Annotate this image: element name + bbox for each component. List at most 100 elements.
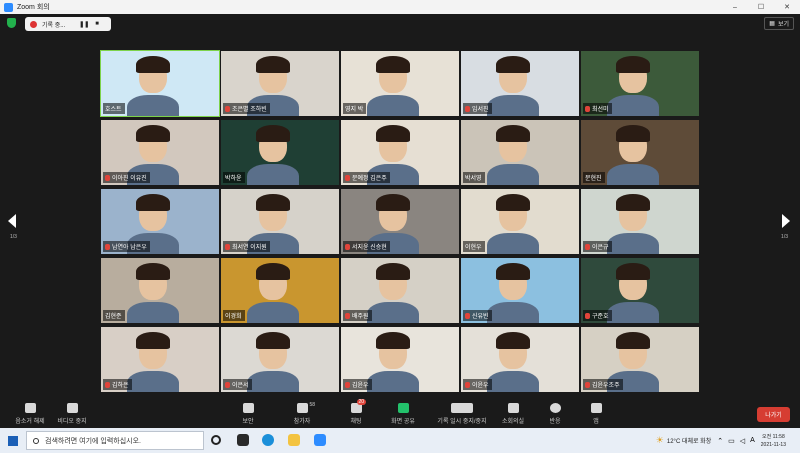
participant-name: 임서진 [472,107,489,113]
participant-hair [376,56,410,73]
participant-tile[interactable]: 영지 박 [341,51,459,116]
participant-name: 문예정 김은주 [352,176,387,182]
windows-start-icon[interactable] [8,435,18,446]
task-view-icon[interactable] [237,434,249,446]
participant-tile[interactable]: 신유빈 [461,258,579,323]
security-button[interactable]: 보안 [226,403,270,425]
chat-unread-badge: 20 [356,399,367,405]
participant-body [247,164,299,185]
participant-name: 이은서 [232,383,249,389]
participant-tile[interactable]: 남연아 남은우 [101,189,219,254]
participant-tile[interactable]: 김윤우 [341,327,459,392]
participant-name-tag: 신유빈 [463,310,492,321]
meeting-topbar: 기록 중... ❚❚ ■ ▦ 보기 [0,14,800,34]
participant-tile[interactable]: 이은규 [581,189,699,254]
participant-tile[interactable]: 조은별 조하빈 [221,51,339,116]
leave-button[interactable]: 나가기 [757,407,790,422]
participant-body [607,95,659,116]
unmute-label: 음소거 해제 [15,419,45,425]
participant-name: 구준호 [592,314,609,320]
reactions-button[interactable]: 반응 [533,403,577,425]
participant-name: 영지 박 [345,107,364,113]
record-pause-stop-button[interactable]: 기록 일시 중지/중지 [437,403,487,425]
participant-tile[interactable]: 박서영 [461,120,579,185]
participant-body [127,302,179,323]
close-button[interactable]: ✕ [774,0,800,14]
participant-name: 박서영 [465,176,482,182]
participant-body [247,302,299,323]
muted-microphone-icon [225,381,230,388]
participant-tile[interactable]: 임서진 [461,51,579,116]
muted-microphone-icon [345,174,350,181]
participant-name: 배주원 [352,314,369,320]
participant-tile[interactable]: 김현준 [101,258,219,323]
participant-tile[interactable]: 이은서 [221,327,339,392]
chat-bubble-icon: 20 [350,399,367,413]
recording-text: 기록 중... [42,22,66,29]
speaker-icon[interactable]: ◁ [740,437,745,445]
participant-hair [256,125,290,142]
chat-button[interactable]: 20 채팅 [334,399,378,425]
file-explorer-icon[interactable] [288,434,300,446]
windows-taskbar: 검색하려면 여기에 입력하십시오. ☀ 12°C 대체로 화창 ⌃ ▭ ◁ A … [0,428,800,453]
breakout-rooms-button[interactable]: 소회의실 [491,403,535,425]
people-icon: 58 [296,402,315,413]
participant-name-tag: 서지윤 신승현 [343,241,390,252]
participant-tile[interactable]: 서지윤 신승현 [341,189,459,254]
participant-tile[interactable]: 최선미 [581,51,699,116]
participant-tile[interactable]: 김윤우조주 [581,327,699,392]
unmute-button[interactable]: 음소거 해제 [8,403,52,425]
participant-body [367,371,419,392]
clock[interactable]: 오전 11:58 2021-11-13 [761,433,786,449]
participant-tile[interactable]: 호스트 [100,50,220,117]
stop-video-button[interactable]: 비디오 중지 [50,403,94,425]
view-button[interactable]: ▦ 보기 [764,17,794,30]
participant-name-tag: 이은서 [223,379,252,390]
participant-tile[interactable]: 이아진 이유진 [101,120,219,185]
participant-tile[interactable]: 이현우 [461,189,579,254]
participant-hair [616,263,650,280]
minimize-button[interactable]: – [722,0,748,14]
previous-page-arrow-icon[interactable] [8,214,16,228]
participants-button[interactable]: 58 참가자 [280,402,324,425]
pause-recording-button[interactable]: ❚❚ [79,21,89,28]
participants-count: 58 [309,402,316,408]
apps-button[interactable]: 앱 [574,403,618,425]
weather-text[interactable]: 12°C 대체로 화창 [667,436,711,445]
participant-name: 박하윤 [225,176,242,182]
grid-icon: ▦ [769,21,775,27]
participant-tile[interactable]: 최서연 이지원 [221,189,339,254]
participant-body [367,95,419,116]
cortana-icon[interactable] [211,435,221,445]
participant-name-tag: 호스트 [103,103,125,114]
system-tray: ☀ 12°C 대체로 화창 ⌃ ▭ ◁ A 오전 11:58 2021-11-1… [656,428,800,453]
taskbar-search-placeholder: 검색하려면 여기에 입력하십시오. [45,437,141,445]
participant-tile[interactable]: 문현진 [581,120,699,185]
search-icon [33,437,39,444]
participant-hair [256,56,290,73]
muted-microphone-icon [585,381,590,388]
network-icon[interactable]: ▭ [728,437,735,445]
maximize-button[interactable]: ☐ [748,0,774,14]
zoom-taskbar-icon[interactable] [314,434,326,446]
participant-tile[interactable]: 김하은 [101,327,219,392]
next-page-arrow-icon[interactable] [782,214,790,228]
stop-recording-button[interactable]: ■ [95,21,99,27]
participant-tile[interactable]: 배주원 [341,258,459,323]
security-shield-icon[interactable] [7,18,16,28]
edge-browser-icon[interactable] [262,434,274,446]
participant-tile[interactable]: 박하윤 [221,120,339,185]
participant-hair [616,125,650,142]
participant-tile[interactable]: 문예정 김은주 [341,120,459,185]
participant-tile[interactable]: 구준호 [581,258,699,323]
participant-hair [256,194,290,211]
input-language-indicator[interactable]: A [750,437,755,444]
taskbar-search-input[interactable]: 검색하려면 여기에 입력하십시오. [26,431,204,450]
share-screen-button[interactable]: 화면 공유 [381,403,425,425]
participant-hair [136,263,170,280]
participant-tile[interactable]: 이경희 [221,258,339,323]
muted-microphone-icon [105,381,110,388]
view-button-label: 보기 [777,22,789,28]
chevron-up-icon[interactable]: ⌃ [717,437,723,445]
participant-tile[interactable]: 이윤우 [461,327,579,392]
